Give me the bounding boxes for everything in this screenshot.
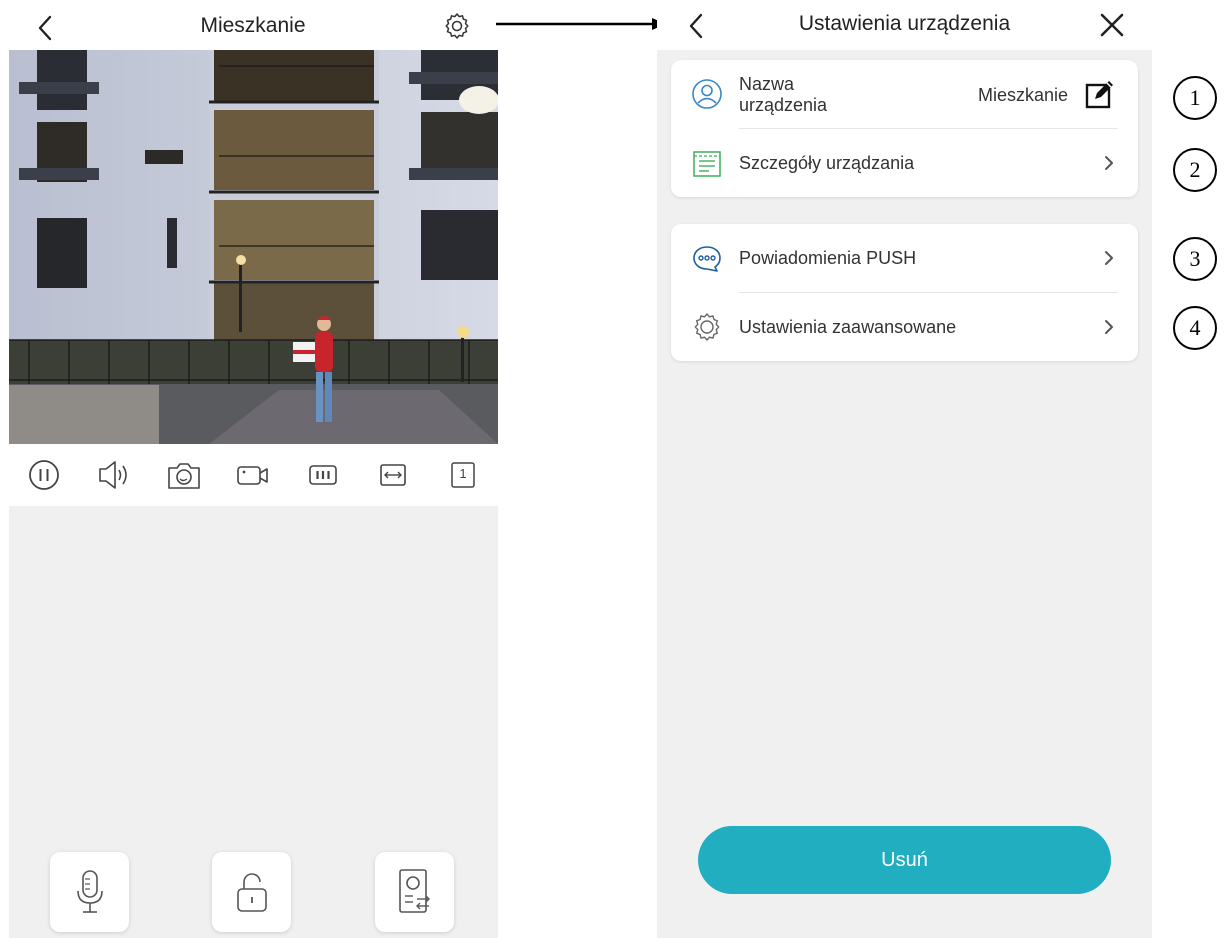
document-list-icon: [693, 151, 721, 177]
device-name-value: Mieszkanie: [977, 85, 1068, 105]
callout-2: 2: [1173, 148, 1217, 192]
push-notifications-label: Powiadomienia PUSH: [739, 248, 917, 268]
chevron-right-icon: [1105, 156, 1113, 170]
video-record-icon: [237, 466, 269, 485]
device-details-label: Szczegóły urządzania: [739, 153, 915, 173]
speaker-button[interactable]: [92, 453, 136, 497]
unlock-icon: [236, 873, 267, 912]
settings-header: Ustawienia urządzenia: [657, 0, 1152, 50]
live-view-header: Mieszkanie: [0, 0, 506, 50]
delete-device-button[interactable]: Usuń: [698, 826, 1111, 894]
page-title: Mieszkanie: [200, 14, 306, 37]
notifications-card: Powiadomienia PUSH Ustawienia zaawansowa…: [671, 224, 1138, 361]
chevron-right-icon: [1105, 320, 1113, 334]
gear-icon: [694, 313, 720, 341]
navigation-arrow: [496, 18, 666, 30]
device-settings-screen: Ustawienia urządzenia Nazwa urządzenia M…: [657, 0, 1152, 938]
pause-icon: [29, 460, 59, 490]
advanced-settings-label: Ustawienia zaawansowane: [739, 317, 957, 337]
callout-4: 4: [1173, 306, 1217, 350]
settings-gear-icon[interactable]: [442, 11, 472, 41]
push-notifications-row[interactable]: Powiadomienia PUSH: [671, 224, 1138, 292]
snapshot-button[interactable]: [162, 453, 206, 497]
camera-icon: [167, 463, 200, 489]
callout-3: 3: [1173, 237, 1217, 281]
device-name-row[interactable]: Nazwa urządzenia Mieszkanie: [671, 60, 1138, 128]
stream-quality-button[interactable]: [301, 453, 345, 497]
back-arrow-icon[interactable]: [681, 10, 713, 42]
pause-button[interactable]: [22, 453, 66, 497]
device-info-card: Nazwa urządzenia Mieszkanie Szczegóły ur…: [671, 60, 1138, 197]
device-details-row[interactable]: Szczegóły urządzania: [671, 129, 1138, 197]
edit-icon[interactable]: [1084, 78, 1116, 110]
microphone-button[interactable]: [50, 852, 129, 932]
callout-1: 1: [1173, 76, 1217, 120]
user-icon: [692, 79, 722, 109]
close-icon[interactable]: [1097, 10, 1127, 40]
video-controls-bar: 1: [9, 446, 498, 504]
speaker-icon: [98, 461, 127, 489]
unlock-button[interactable]: [212, 852, 291, 932]
camera-video-feed: [9, 50, 498, 444]
record-button[interactable]: [231, 453, 275, 497]
fit-screen-icon: [380, 464, 406, 486]
live-view-screen: Mieszkanie 1: [0, 0, 506, 938]
switch-panel-icon: [398, 869, 430, 913]
chevron-right-icon: [1105, 251, 1113, 265]
stream-quality-icon: [309, 465, 338, 485]
device-name-label: Nazwa urządzenia: [739, 74, 828, 115]
microphone-icon: [76, 870, 103, 913]
advanced-settings-row[interactable]: Ustawienia zaawansowane: [671, 293, 1138, 361]
chat-bubble-icon: [693, 246, 721, 272]
switch-panel-button[interactable]: [375, 852, 454, 932]
channel-button[interactable]: 1: [441, 453, 485, 497]
page-title: Ustawienia urządzenia: [798, 12, 1011, 35]
back-arrow-icon[interactable]: [30, 12, 62, 44]
fit-screen-button[interactable]: [371, 453, 415, 497]
channel-number: 1: [459, 466, 467, 481]
